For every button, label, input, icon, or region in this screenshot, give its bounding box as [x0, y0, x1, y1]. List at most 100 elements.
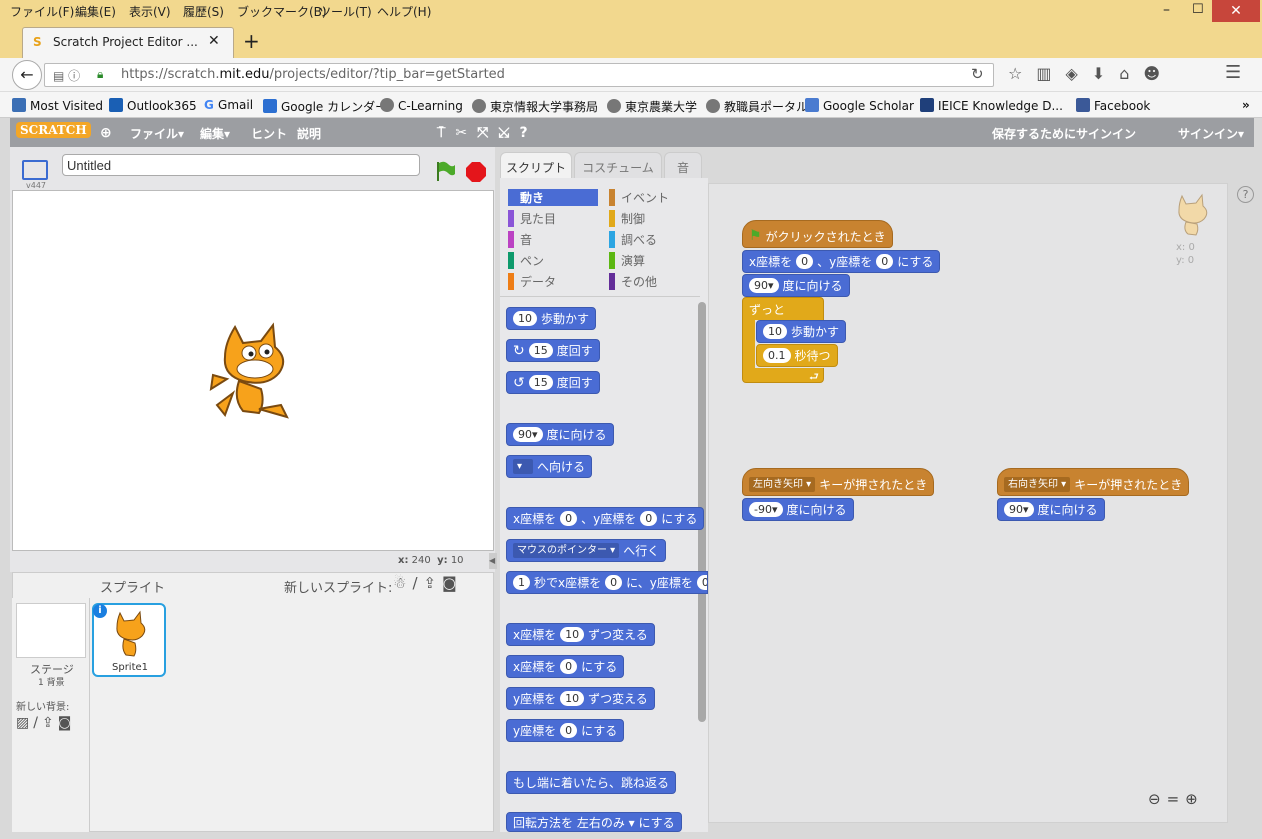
- signin-button[interactable]: サインイン▾: [1178, 125, 1244, 142]
- bookmark-google-calendar[interactable]: Google カレンダー: [263, 98, 387, 115]
- bookmark-staff-portal[interactable]: 教職員ポータル: [706, 98, 808, 115]
- browser-tab[interactable]: S Scratch Project Editor ... ✕: [22, 27, 234, 58]
- url-bar[interactable]: ▤ ⓘ 🔒︎ https://scratch.mit.edu/projects/…: [44, 63, 994, 87]
- tab-scripts[interactable]: スクリプト: [500, 152, 572, 179]
- menu-view[interactable]: 表示(V): [129, 3, 171, 20]
- script-wait-block[interactable]: 0.1 秒待つ: [756, 344, 838, 367]
- palette-set-y-block[interactable]: y座標を 0 にする: [506, 719, 625, 742]
- zoom-out-icon: ⊖: [1148, 790, 1167, 808]
- category-events[interactable]: イベント: [609, 189, 669, 206]
- globe-icon[interactable]: ⊕: [100, 125, 112, 141]
- hamburger-menu-icon[interactable]: ☰: [1225, 62, 1241, 83]
- zoom-controls[interactable]: ⊖=⊕: [1148, 790, 1204, 808]
- menu-edit[interactable]: 編集(E): [75, 3, 116, 20]
- bookmarks-overflow-icon[interactable]: »: [1242, 98, 1250, 112]
- script-point-left-block[interactable]: -90▾ 度に向ける: [742, 498, 854, 521]
- category-sound[interactable]: 音: [508, 231, 532, 248]
- grow-icon: ⤧: [477, 125, 499, 141]
- bookmark-google-scholar[interactable]: Google Scholar: [805, 98, 914, 113]
- bookmark-most-visited[interactable]: Most Visited: [12, 98, 103, 113]
- help-circle-icon[interactable]: ?: [1237, 186, 1254, 203]
- edit-tool-icons[interactable]: ⍑✂⤧⤩?: [437, 125, 538, 141]
- bookmark-ieice[interactable]: IEICE Knowledge D...: [920, 98, 1063, 113]
- when-right-key-hat[interactable]: 右向き矢印 ▾ キーが押されたとき: [997, 468, 1190, 496]
- new-backdrop-tools[interactable]: ▨/⇪◙: [16, 715, 75, 731]
- info-icon[interactable]: i: [93, 604, 107, 618]
- palette-goto-xy-block[interactable]: x座標を 0 、y座標を 0 にする: [506, 507, 705, 530]
- palette-goto-block[interactable]: マウスのポインター ▾ へ行く: [506, 539, 667, 562]
- palette-change-x-block[interactable]: x座標を 10 ずつ変える: [506, 623, 655, 646]
- bookmark-gmail[interactable]: G Gmail: [204, 98, 253, 112]
- url-text: https://scratch.mit.edu/projects/editor/…: [121, 67, 505, 82]
- backdrop-upload-icon: ⇪: [41, 715, 58, 731]
- bookmark-nodai[interactable]: 東京農業大学: [607, 98, 697, 115]
- palette-move-block[interactable]: 10 歩動かす: [506, 307, 597, 330]
- turn-right-icon: ↻: [513, 342, 525, 359]
- save-signin-link[interactable]: 保存するためにサインイン: [992, 125, 1136, 142]
- green-flag-icon[interactable]: [434, 160, 455, 182]
- home-icon: ⌂: [1119, 64, 1144, 83]
- new-sprite-tools[interactable]: ☃/⇪◙: [393, 574, 463, 592]
- tab-close-icon[interactable]: ✕: [208, 33, 220, 49]
- stage-thumbnail[interactable]: [16, 603, 86, 658]
- header-edit-menu[interactable]: 編集▾: [200, 125, 230, 142]
- reload-icon[interactable]: ↻: [971, 65, 984, 83]
- script-move-block[interactable]: 10 歩動かす: [756, 320, 847, 343]
- close-window-button[interactable]: ✕: [1212, 0, 1260, 22]
- category-pen[interactable]: ペン: [508, 252, 544, 269]
- sprite1-thumbnail[interactable]: i Sprite1: [92, 603, 166, 677]
- palette-change-y-block[interactable]: y座標を 10 ずつ変える: [506, 687, 655, 710]
- category-looks[interactable]: 見た目: [508, 210, 556, 227]
- scratch-logo[interactable]: SCRATCH: [16, 122, 91, 138]
- palette-set-x-block[interactable]: x座標を 0 にする: [506, 655, 625, 678]
- cat-sprite[interactable]: [203, 319, 303, 423]
- category-control[interactable]: 制御: [609, 210, 645, 227]
- tab-sounds[interactable]: 音: [664, 152, 702, 179]
- script-point-direction-block[interactable]: 90▾ 度に向ける: [742, 274, 850, 297]
- menu-bookmarks[interactable]: ブックマーク(B): [237, 3, 327, 20]
- scratch-favicon-icon: S: [33, 35, 42, 49]
- palette-turn-right-block[interactable]: ↻ 15 度回す: [506, 339, 600, 362]
- minimize-icon[interactable]: –: [1163, 2, 1170, 18]
- bookmark-tuis-office[interactable]: 東京情報大学事務局: [472, 98, 598, 115]
- palette-rotation-style-block[interactable]: 回転方法を 左右のみ ▾ にする: [506, 812, 682, 832]
- toolbar-icons[interactable]: ☆▥◈⬇⌂☻: [1008, 64, 1174, 83]
- stage-backdrop-count: 1 背景: [38, 678, 65, 688]
- category-operators[interactable]: 演算: [609, 252, 645, 269]
- new-tab-icon[interactable]: +: [243, 29, 260, 53]
- bookmark-outlook[interactable]: Outlook365: [109, 98, 197, 113]
- palette-turn-left-block[interactable]: ↺ 15 度回す: [506, 371, 600, 394]
- menu-tools[interactable]: ツール(T): [319, 3, 372, 20]
- stage-canvas[interactable]: [12, 190, 494, 551]
- palette-point-towards-block[interactable]: ▾ へ向ける: [506, 455, 593, 478]
- header-about[interactable]: 説明: [297, 125, 321, 142]
- presentation-mode-icon[interactable]: [22, 160, 48, 180]
- menu-help[interactable]: ヘルプ(H): [377, 3, 431, 20]
- upload-icon: ⇪: [423, 574, 443, 592]
- bookmark-c-learning[interactable]: C-Learning: [380, 98, 463, 113]
- page-info-icon[interactable]: ▤ ⓘ: [53, 67, 80, 84]
- reader-icon: ▥: [1036, 64, 1066, 83]
- stop-icon[interactable]: [465, 161, 487, 183]
- palette-point-direction-block[interactable]: 90▾ 度に向ける: [506, 423, 614, 446]
- header-file-menu[interactable]: ファイル▾: [130, 125, 184, 142]
- script-point-right-block[interactable]: 90▾ 度に向ける: [997, 498, 1105, 521]
- script-goto-xy-block[interactable]: x座標を 0 、y座標を 0 にする: [742, 250, 941, 273]
- when-flag-clicked-hat[interactable]: ⚑ がクリックされたとき: [742, 220, 893, 248]
- header-hint[interactable]: ヒント: [251, 125, 287, 142]
- back-button[interactable]: ←: [12, 60, 42, 90]
- category-motion[interactable]: 動き: [508, 189, 598, 206]
- menu-file[interactable]: ファイル(F): [10, 3, 74, 20]
- palette-glide-block[interactable]: 1秒でx座標を0に、y座標を0: [506, 571, 708, 594]
- project-title-input[interactable]: [62, 154, 420, 176]
- bookmark-facebook[interactable]: Facebook: [1076, 98, 1150, 113]
- category-sensing[interactable]: 調べる: [609, 231, 657, 248]
- collapse-stage-icon[interactable]: ◀: [489, 553, 497, 569]
- category-data[interactable]: データ: [508, 273, 556, 290]
- tab-costumes[interactable]: コスチューム: [574, 152, 662, 179]
- palette-bounce-block[interactable]: もし端に着いたら、跳ね返る: [506, 771, 677, 794]
- maximize-icon[interactable]: ☐: [1192, 2, 1204, 17]
- menu-history[interactable]: 履歴(S): [183, 3, 224, 20]
- when-left-key-hat[interactable]: 左向き矢印 ▾ キーが押されたとき: [742, 468, 935, 496]
- category-more-blocks[interactable]: その他: [609, 273, 657, 290]
